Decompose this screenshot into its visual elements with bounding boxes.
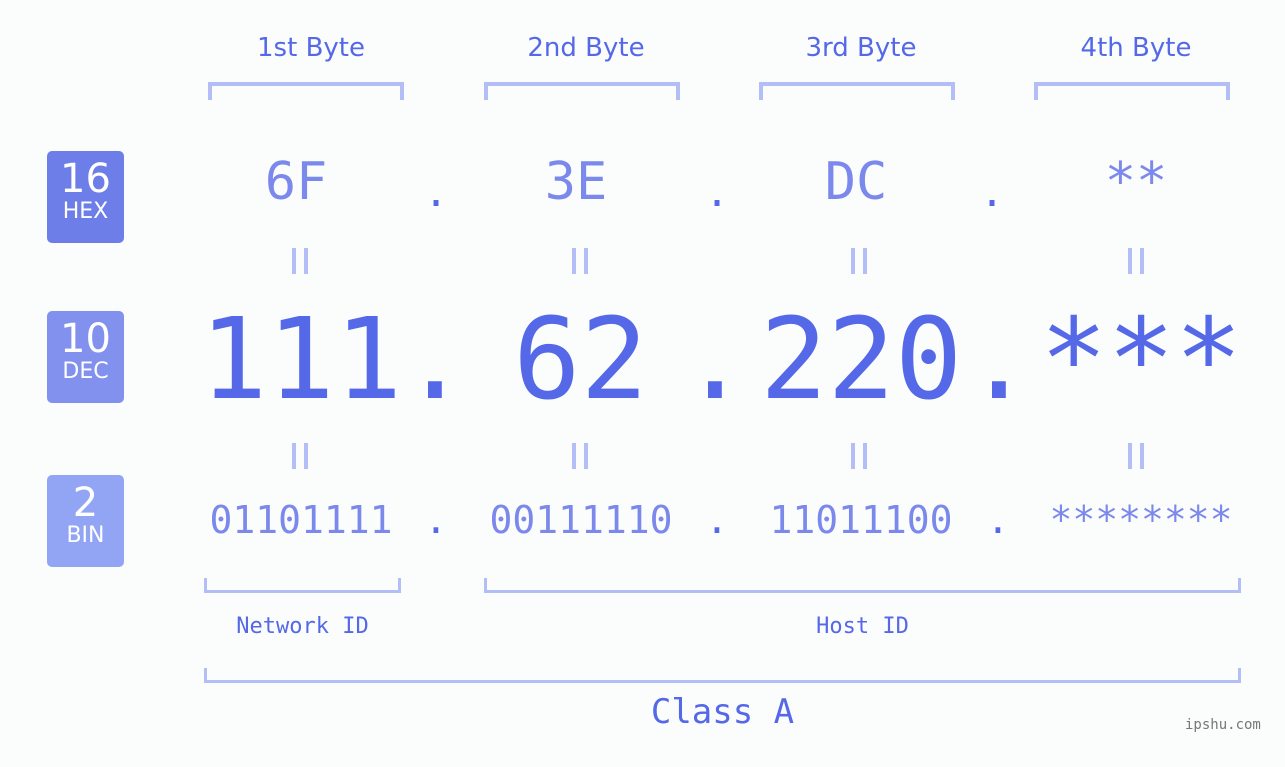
dec-badge: 10 DEC: [47, 311, 124, 403]
equals-icon: [292, 443, 308, 469]
equals-icon: [572, 443, 588, 469]
equals-icon: [292, 248, 308, 274]
header-byte-3: 3rd Byte: [805, 33, 917, 63]
header-byte-1: 1st Byte: [257, 33, 365, 63]
dec-separator-2: .: [681, 295, 749, 425]
bin-separator-3: .: [986, 498, 1010, 542]
dec-byte-2: 62: [513, 295, 648, 425]
bin-badge: 2 BIN: [47, 475, 124, 567]
host-id-bracket: [484, 578, 1241, 593]
dec-separator-3: .: [965, 295, 1033, 425]
bracket-byte-3: [759, 82, 955, 100]
hex-separator-3: .: [979, 170, 1005, 216]
watermark: ipshu.com: [1185, 717, 1261, 733]
hex-badge-label: HEX: [62, 199, 109, 224]
hex-badge-number: 16: [60, 156, 111, 202]
dec-separator-1: .: [401, 295, 469, 425]
equals-icon: [851, 443, 867, 469]
dec-badge-label: DEC: [62, 359, 109, 384]
bracket-byte-2: [484, 82, 680, 100]
network-id-bracket: [204, 578, 401, 593]
hex-badge: 16 HEX: [47, 151, 124, 243]
bin-badge-label: BIN: [66, 523, 105, 548]
dec-byte-4: ***: [1040, 295, 1243, 425]
equals-icon: [1128, 443, 1144, 469]
hex-separator-1: .: [423, 170, 449, 216]
bracket-byte-4: [1034, 82, 1230, 100]
header-byte-4: 4th Byte: [1080, 33, 1192, 63]
equals-icon: [572, 248, 588, 274]
equals-icon: [1128, 248, 1144, 274]
network-id-label: Network ID: [236, 614, 369, 639]
equals-icon: [851, 248, 867, 274]
bin-badge-number: 2: [72, 480, 99, 526]
host-id-label: Host ID: [816, 614, 909, 639]
bracket-byte-1: [208, 82, 404, 100]
dec-byte-3: 220: [760, 295, 963, 425]
class-label: Class A: [650, 692, 795, 732]
dec-badge-number: 10: [60, 316, 111, 362]
bin-separator-2: .: [705, 498, 729, 542]
hex-separator-2: .: [704, 170, 730, 216]
dec-byte-1: 111: [199, 295, 403, 425]
bin-separator-1: .: [424, 498, 448, 542]
class-bracket: [204, 668, 1241, 683]
header-byte-2: 2nd Byte: [527, 33, 645, 63]
